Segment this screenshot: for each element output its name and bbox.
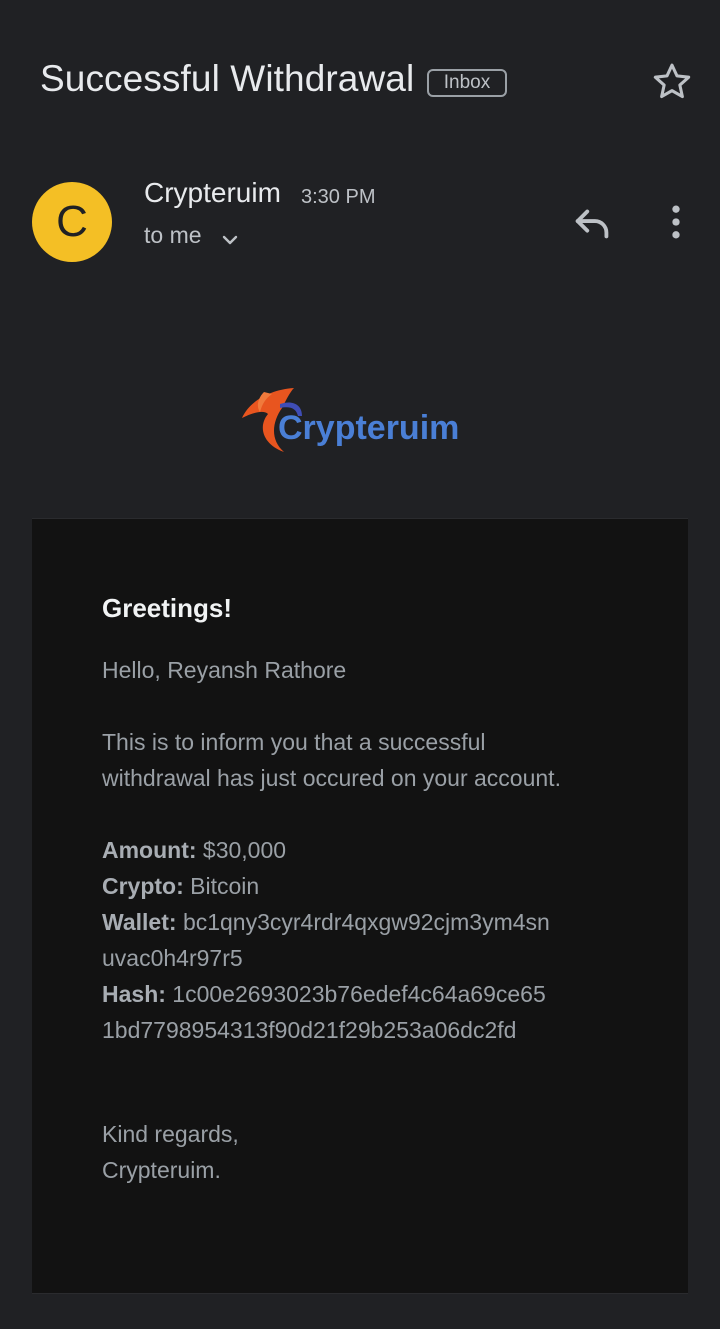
crypteruim-logo: Crypteruim — [242, 388, 459, 452]
star-icon[interactable] — [649, 59, 695, 105]
chevron-down-icon[interactable] — [218, 228, 242, 252]
wallet-row: Wallet: bc1qny3cyr4rdr4qxgw92cjm3ym4sn — [102, 909, 550, 936]
closing: Kind regards, — [102, 1121, 239, 1147]
intro-line-2: withdrawal has just occured on your acco… — [102, 765, 561, 791]
message-time: 3:30 PM — [301, 186, 376, 208]
amount-label: Amount: — [102, 837, 197, 863]
crypto-value: Bitcoin — [190, 873, 260, 899]
email-body-card: Greetings! Hello, Reyansh Rathore This i… — [32, 518, 688, 1294]
salutation: Hello, Reyansh Rathore — [102, 657, 347, 683]
email-subject: Successful Withdrawal — [40, 58, 415, 99]
wallet-value-line-1: bc1qny3cyr4rdr4qxgw92cjm3ym4sn — [182, 909, 550, 935]
hash-label: Hash: — [102, 981, 166, 1007]
intro-line-1: This is to inform you that a successful — [102, 729, 486, 755]
amount-value: $30,000 — [202, 837, 287, 863]
signature: Crypteruim. — [102, 1157, 221, 1183]
email-view: Successful Withdrawal Inbox C Crypteruim… — [0, 0, 720, 1329]
sender-name: Crypteruim — [144, 177, 281, 208]
inbox-label-badge[interactable]: Inbox — [427, 69, 507, 97]
logo-text: Crypteruim — [278, 409, 459, 447]
wallet-value-line-2: uvac0h4r97r5 — [102, 945, 243, 971]
recipient-summary[interactable]: to me — [144, 222, 202, 249]
crypto-label: Crypto: — [102, 873, 184, 899]
hash-value-line-2: 1bd7798954313f90d21f29b253a06dc2fd — [102, 1017, 517, 1043]
greeting-heading: Greetings! — [102, 593, 233, 623]
amount-row: Amount: $30,000 — [102, 837, 286, 864]
reply-icon[interactable] — [570, 200, 616, 246]
wallet-label: Wallet: — [102, 909, 177, 935]
more-options-icon[interactable] — [654, 199, 698, 245]
sender-avatar[interactable]: C — [32, 182, 112, 262]
hash-value-line-1: 1c00e2693023b76edef4c64a69ce65 — [172, 981, 546, 1007]
hash-row: Hash: 1c00e2693023b76edef4c64a69ce65 — [102, 981, 546, 1008]
crypto-row: Crypto: Bitcoin — [102, 873, 259, 900]
